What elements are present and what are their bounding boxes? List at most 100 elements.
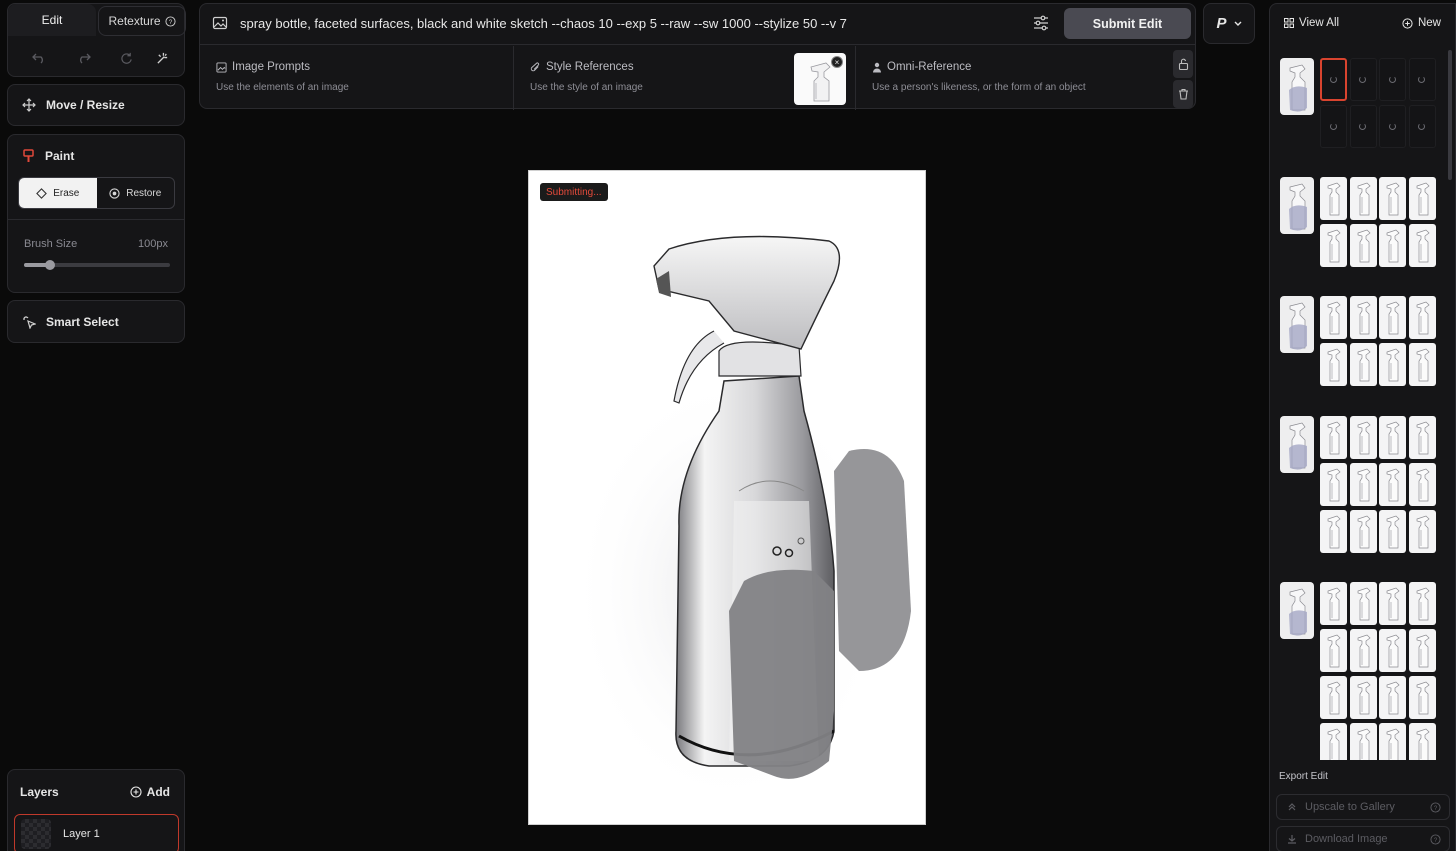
- reset-icon: [120, 52, 133, 65]
- result-thumbnail[interactable]: [1349, 582, 1377, 625]
- result-thumbnail[interactable]: [1379, 416, 1406, 459]
- result-thumbnail[interactable]: [1408, 582, 1436, 625]
- paint-tool[interactable]: Paint: [22, 149, 74, 163]
- tab-edit[interactable]: Edit: [8, 4, 96, 36]
- profile-menu-button[interactable]: P: [1203, 3, 1255, 44]
- pending-result-cell[interactable]: [1408, 58, 1436, 101]
- result-thumbnail[interactable]: [1349, 629, 1377, 672]
- close-icon[interactable]: ×: [831, 56, 843, 68]
- svg-text:?: ?: [168, 18, 172, 25]
- result-thumbnail[interactable]: [1379, 676, 1406, 719]
- restore-button[interactable]: Restore: [97, 178, 175, 208]
- delete-button[interactable]: [1173, 80, 1193, 108]
- pending-result-cell[interactable]: [1379, 105, 1406, 148]
- source-thumbnail[interactable]: [1280, 58, 1314, 115]
- loading-spinner-icon: [1418, 75, 1425, 83]
- pending-result-cell[interactable]: [1320, 58, 1347, 101]
- result-thumbnail[interactable]: [1408, 463, 1436, 506]
- result-thumbnail[interactable]: [1408, 224, 1436, 267]
- result-thumbnail[interactable]: [1408, 177, 1436, 220]
- result-thumbnail[interactable]: [1379, 177, 1406, 220]
- style-reference-thumbnail[interactable]: ×: [794, 53, 846, 105]
- pending-result-cell[interactable]: [1408, 105, 1436, 148]
- image-prompts-title-row: Image Prompts: [216, 61, 310, 73]
- result-thumbnail[interactable]: [1349, 296, 1377, 339]
- prompt-input[interactable]: spray bottle, faceted surfaces, black an…: [240, 16, 847, 31]
- result-thumbnail[interactable]: [1408, 416, 1436, 459]
- result-thumbnail[interactable]: [1408, 723, 1436, 760]
- result-thumbnail[interactable]: [1379, 582, 1406, 625]
- result-thumbnail[interactable]: [1379, 629, 1406, 672]
- result-thumbnail[interactable]: [1408, 343, 1436, 386]
- reset-button[interactable]: [115, 48, 137, 68]
- upscale-to-gallery-button[interactable]: Upscale to Gallery ?: [1276, 794, 1450, 820]
- result-thumbnail[interactable]: [1408, 676, 1436, 719]
- unlock-button[interactable]: [1173, 50, 1193, 78]
- redo-button[interactable]: [73, 48, 95, 68]
- result-thumbnail[interactable]: [1320, 582, 1347, 625]
- scrollbar[interactable]: [1448, 50, 1452, 180]
- result-thumbnail[interactable]: [1379, 296, 1406, 339]
- edit-canvas[interactable]: Submitting...: [528, 170, 926, 825]
- pending-result-cell[interactable]: [1320, 105, 1347, 148]
- result-thumbnail[interactable]: [1379, 510, 1406, 553]
- source-thumbnail[interactable]: [1280, 416, 1314, 473]
- result-thumbnail[interactable]: [1349, 224, 1377, 267]
- divider: [8, 219, 184, 220]
- gallery-list[interactable]: [1270, 46, 1455, 760]
- undo-button[interactable]: [28, 48, 50, 68]
- result-thumbnail[interactable]: [1320, 629, 1347, 672]
- download-image-button[interactable]: Download Image ?: [1276, 826, 1450, 851]
- brush-size-slider[interactable]: [24, 260, 170, 270]
- result-thumbnail[interactable]: [1408, 296, 1436, 339]
- source-thumbnail[interactable]: [1280, 296, 1314, 353]
- result-thumbnail[interactable]: [1320, 224, 1347, 267]
- image-prompts-dropzone[interactable]: Image Prompts Use the elements of an ima…: [200, 46, 514, 110]
- result-thumbnail[interactable]: [1349, 676, 1377, 719]
- view-all-button[interactable]: View All: [1284, 17, 1339, 29]
- settings-sliders-icon[interactable]: [1032, 14, 1050, 32]
- result-thumbnail[interactable]: [1349, 723, 1377, 760]
- result-thumbnail[interactable]: [1320, 416, 1347, 459]
- result-thumbnail[interactable]: [1320, 177, 1347, 220]
- result-thumbnail[interactable]: [1408, 629, 1436, 672]
- smart-select-tool[interactable]: Smart Select: [7, 300, 185, 343]
- pending-result-cell[interactable]: [1379, 58, 1406, 101]
- eraser-icon: [36, 187, 48, 199]
- magic-button[interactable]: [151, 48, 173, 68]
- source-thumbnail[interactable]: [1280, 177, 1314, 234]
- result-thumbnail[interactable]: [1379, 723, 1406, 760]
- omni-title-row: Omni-Reference: [872, 61, 971, 73]
- move-resize-tool[interactable]: Move / Resize: [7, 84, 185, 126]
- pending-result-cell[interactable]: [1349, 58, 1377, 101]
- slider-handle[interactable]: [45, 260, 56, 270]
- pending-result-cell[interactable]: [1349, 105, 1377, 148]
- result-thumbnail[interactable]: [1379, 224, 1406, 267]
- source-thumbnail[interactable]: [1280, 582, 1314, 639]
- result-thumbnail[interactable]: [1320, 676, 1347, 719]
- layer-item[interactable]: Layer 1: [14, 814, 179, 851]
- new-button[interactable]: New: [1402, 17, 1441, 29]
- result-thumbnail[interactable]: [1320, 510, 1347, 553]
- style-references-dropzone[interactable]: Style References Use the style of an ima…: [514, 46, 856, 110]
- result-thumbnail[interactable]: [1320, 463, 1347, 506]
- result-thumbnail[interactable]: [1349, 463, 1377, 506]
- result-thumbnail[interactable]: [1408, 510, 1436, 553]
- result-thumbnail[interactable]: [1349, 343, 1377, 386]
- result-thumbnail[interactable]: [1320, 296, 1347, 339]
- status-badge: Submitting...: [540, 183, 608, 201]
- result-thumbnail[interactable]: [1379, 463, 1406, 506]
- brush-size-label: Brush Size: [24, 238, 78, 250]
- submit-edit-button[interactable]: Submit Edit: [1064, 8, 1191, 39]
- result-thumbnail[interactable]: [1320, 343, 1347, 386]
- result-thumbnail[interactable]: [1379, 343, 1406, 386]
- result-thumbnail[interactable]: [1349, 177, 1377, 220]
- erase-button[interactable]: Erase: [19, 178, 97, 208]
- result-thumbnail[interactable]: [1349, 416, 1377, 459]
- tab-retexture[interactable]: Retexture ?: [98, 6, 186, 36]
- upscale-label: Upscale to Gallery: [1305, 801, 1395, 813]
- add-layer-button[interactable]: Add: [130, 785, 170, 799]
- omni-reference-dropzone[interactable]: Omni-Reference Use a person's likeness, …: [856, 46, 1172, 110]
- result-thumbnail[interactable]: [1349, 510, 1377, 553]
- result-thumbnail[interactable]: [1320, 723, 1347, 760]
